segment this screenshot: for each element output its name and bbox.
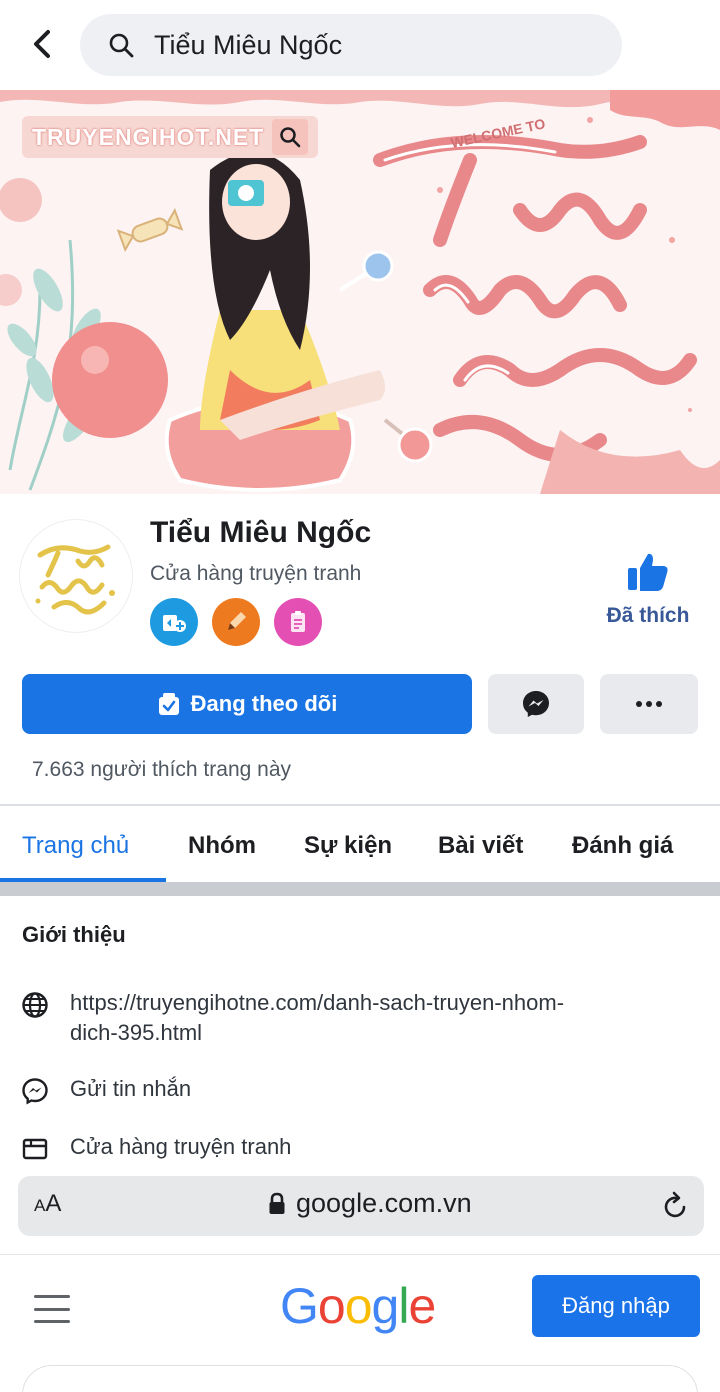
thumbs-up-icon [628, 553, 668, 591]
intro-category-label: Cửa hàng truyện tranh [70, 1134, 292, 1159]
intro-title: Giới thiệu [22, 922, 126, 947]
intro-message-row[interactable]: Gửi tin nhắn [18, 1074, 191, 1108]
top-bar: Tiểu Miêu Ngốc [0, 0, 720, 88]
avatar[interactable] [20, 520, 132, 632]
cover-photo[interactable]: WELCOME TO TRUYENGIHOT.NET [0, 90, 720, 494]
url-field[interactable]: google.com.vn [268, 1188, 472, 1219]
tab-posts[interactable]: Bài viết [438, 832, 523, 860]
intro-category-row: Cửa hàng truyện tranh [18, 1132, 291, 1166]
page-profile: Tiểu Miêu Ngốc Cửa hàng truyện tranh Đã … [0, 494, 720, 664]
menu-icon[interactable] [34, 1295, 70, 1323]
url-text: google.com.vn [296, 1188, 472, 1218]
signin-button[interactable]: Đăng nhập [532, 1275, 700, 1337]
browser-address-bar[interactable]: AA google.com.vn [18, 1176, 704, 1236]
following-check-icon [157, 691, 181, 717]
following-button[interactable]: Đang theo dõi [22, 674, 472, 734]
watermark-text: TRUYENGIHOT.NET [32, 123, 265, 150]
watermark: TRUYENGIHOT.NET [22, 116, 319, 158]
website-line-2: dich-395.html [70, 1020, 203, 1045]
intro-message-label: Gửi tin nhắn [70, 1076, 192, 1101]
top-fan-badge-icon[interactable] [150, 598, 198, 646]
chevron-left-icon [34, 30, 50, 58]
more-dots-icon [636, 701, 662, 707]
messenger-outline-icon [18, 1074, 52, 1108]
more-button[interactable] [600, 674, 698, 734]
message-button[interactable] [488, 674, 584, 734]
lock-icon [268, 1192, 286, 1216]
liked-label: Đã thích [606, 604, 690, 627]
tab-reviews[interactable]: Đánh giá [572, 832, 673, 860]
pencil-badge-icon[interactable] [212, 598, 260, 646]
likes-count: 7.663 người thích trang này [32, 758, 291, 781]
section-separator [0, 882, 720, 896]
page-category: Cửa hàng truyện tranh [150, 562, 362, 585]
tab-bar: Trang chủ Nhóm Sự kiện Bài viết Đánh giá [0, 806, 720, 884]
text-size-button[interactable]: AA [34, 1190, 61, 1218]
google-page: Google Đăng nhập [0, 1254, 720, 1392]
search-query: Tiểu Miêu Ngốc [154, 29, 343, 60]
watermark-search-icon [272, 119, 309, 155]
globe-icon [18, 988, 52, 1022]
tab-groups[interactable]: Nhóm [188, 832, 256, 860]
tab-home[interactable]: Trang chủ [22, 832, 129, 860]
intro-website-row[interactable]: https://truyengihotne.com/danh-sach-truy… [18, 988, 564, 1048]
reload-icon[interactable] [662, 1190, 690, 1220]
clipboard-badge-icon[interactable] [274, 598, 322, 646]
back-button[interactable] [22, 24, 62, 64]
liked-button[interactable]: Đã thích [596, 550, 700, 636]
following-label: Đang theo dõi [190, 691, 338, 716]
search-icon [106, 30, 136, 60]
shop-icon [18, 1132, 52, 1166]
google-logo: Google [280, 1278, 436, 1334]
badges [150, 598, 322, 646]
page-title: Tiểu Miêu Ngốc [150, 516, 372, 549]
google-search-box[interactable] [22, 1365, 698, 1392]
avatar-logo [35, 544, 115, 615]
intro-website-link[interactable]: https://truyengihotne.com/danh-sach-truy… [70, 988, 564, 1048]
tab-events[interactable]: Sự kiện [304, 832, 392, 860]
website-line-1: https://truyengihotne.com/danh-sach-truy… [70, 990, 565, 1015]
messenger-icon [523, 691, 549, 717]
search-input[interactable]: Tiểu Miêu Ngốc [80, 14, 622, 76]
